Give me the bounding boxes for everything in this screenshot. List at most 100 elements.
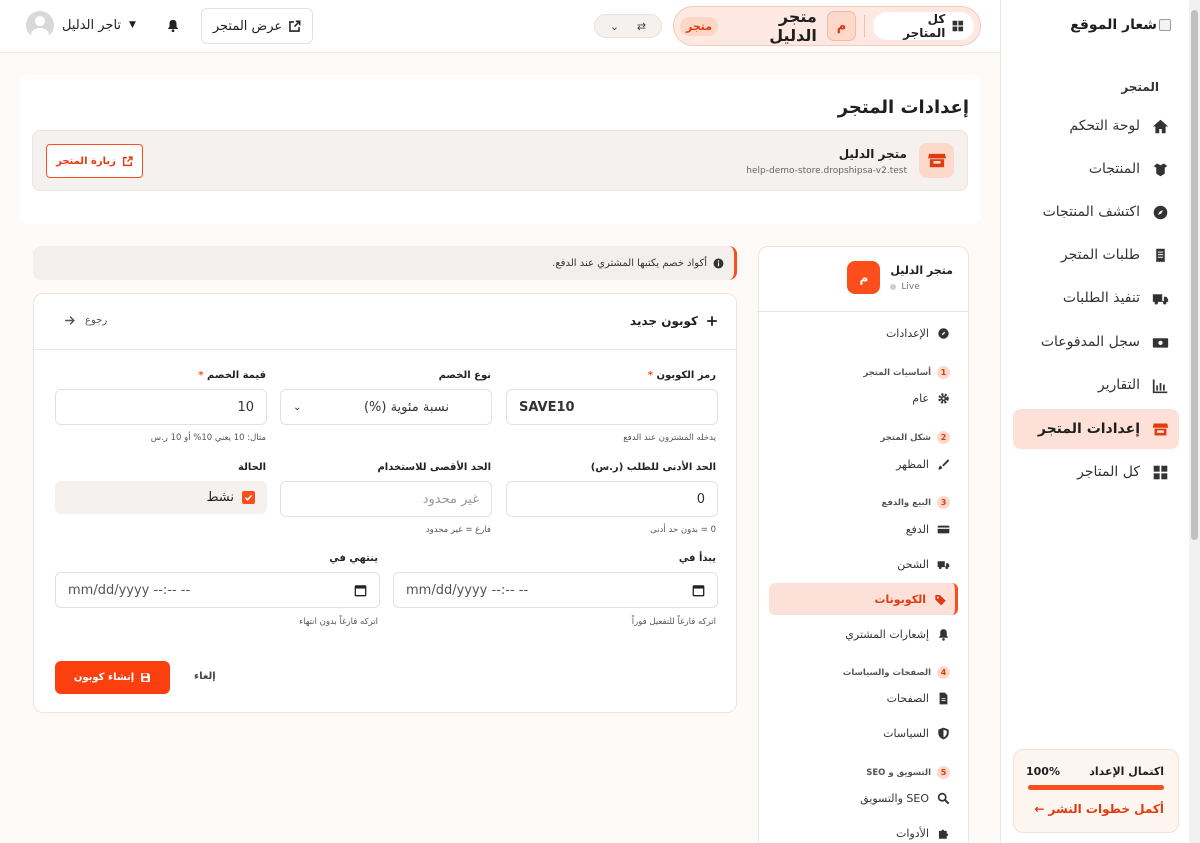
chevron-down-icon: ⌄ [609,19,620,33]
settings-item-pages[interactable]: الصفحات [769,682,958,714]
notifications-bell[interactable] [166,18,180,33]
back-label: رجوع [85,315,108,326]
active-checkbox[interactable] [242,491,255,504]
grid-icon [1153,465,1168,479]
truck-icon [1152,293,1169,304]
sidebar-item-discover[interactable]: اكتشف المنتجات [1013,192,1179,232]
discount-type-label: نوع الخصم [438,370,491,381]
settings-item-payment[interactable]: الدفع [769,513,958,545]
discount-value-label: قيمة الخصم * [198,370,266,381]
sidebar-item-orders[interactable]: طلبات المتجر [1013,235,1179,275]
create-coupon-button[interactable]: إنشاء كوبون [55,661,170,694]
compass-icon [938,327,949,339]
view-store-label: عرض المتجر [212,18,283,34]
start-date-hint: اتركه فارغاً للتفعيل فوراً [631,617,716,627]
sidebar-item-dashboard[interactable]: لوحة التحكم [1013,106,1179,146]
visit-store-button[interactable]: زيارة المتجر [46,144,143,178]
file-icon [939,692,948,704]
status-checkbox-row[interactable]: نشط [55,481,267,514]
form-title: كوبون جديد [630,314,718,328]
site-logo[interactable]: شعار الموقع [1070,17,1171,33]
store-switcher[interactable]: كل المتاجر م متجر الدليل متجر [673,6,981,46]
coupon-code-hint: يدخله المشترون عند الدفع [623,433,716,443]
settings-store-avatar: م [847,261,881,294]
sidebar-item-reports[interactable]: التقارير [1013,365,1179,405]
min-order-input[interactable]: 0 [506,481,718,517]
boxes-icon [1153,163,1168,176]
sidebar-item-products[interactable]: المنتجات [1013,149,1179,189]
sidebar-item-label: اكتشف المنتجات [1042,204,1140,220]
arrow-left-icon [65,316,75,325]
tags-icon [935,594,946,605]
user-menu[interactable]: ▼ تاجر الدليل [26,11,136,39]
discount-type-select[interactable]: نسبة مئوية (%) ⌄ [280,389,492,425]
end-date-hint: اتركه فارغاً بدون انتهاء [299,617,378,627]
chart-icon [1152,379,1168,393]
discount-value-input[interactable]: 10 [55,389,267,425]
settings-nav: متجر الدليل Live م الإعدادات 1 أساسيات ال… [757,246,969,843]
shield-icon [938,727,949,739]
setup-progress-bar [1028,785,1164,790]
complete-publish-steps-link[interactable]: أكمل خطوات النشر ← [1034,802,1164,816]
end-date-input[interactable]: mm/dd/yyyy --:-- -- [55,572,380,608]
main-sidebar: شعار الموقع المتجر لوحة التحكم المنتجات … [1000,0,1189,843]
scrollbar-thumb[interactable] [1191,10,1198,540]
sidebar-item-all-stores[interactable]: كل المتاجر [1013,452,1179,492]
view-store-button[interactable]: عرض المتجر [201,8,313,44]
store-switch-dropdown[interactable]: ⇄ ⌄ [594,14,662,38]
page-scrollbar[interactable] [1189,0,1200,843]
all-stores-button[interactable]: كل المتاجر [873,12,974,40]
settings-item-label: عام [912,391,929,405]
page-header-card: إعدادات المتجر متجر الدليل help-demo-sto… [19,75,981,224]
start-date-placeholder: mm/dd/yyyy --:-- -- [406,582,529,598]
coupon-code-input[interactable]: SAVE10 [506,389,718,425]
settings-item-general[interactable]: عام [769,382,958,414]
end-date-label: ينتهي في [329,553,378,564]
settings-item-seo[interactable]: SEO والتسويق [769,782,958,814]
credit-card-icon [937,525,950,533]
coupon-code-value: SAVE10 [519,399,575,415]
discount-type-value: نسبة مئوية (%) [363,399,449,415]
bell-icon [938,628,949,641]
divider [864,15,866,37]
money-icon [1152,337,1169,348]
settings-item-appearance[interactable]: المظهر [769,448,958,480]
sidebar-item-label: طلبات المتجر [1060,247,1140,263]
settings-item-policies[interactable]: السياسات [769,717,958,749]
min-order-hint: 0 = بدون حد أدنى [650,525,716,535]
settings-item-label: الأدوات [896,826,929,840]
info-icon [713,258,724,268]
settings-item-coupons[interactable]: الكوبونات [769,583,958,615]
visit-store-label: زيارة المتجر [56,155,116,167]
store-icon [1152,423,1169,435]
settings-item-tools[interactable]: الأدوات [769,817,958,843]
back-button[interactable]: رجوع [64,315,107,326]
settings-item-notifications[interactable]: إشعارات المشتري [769,618,958,650]
save-icon [141,673,151,682]
external-link-icon [289,20,301,32]
settings-item-shipping[interactable]: الشحن [769,548,958,580]
bell-icon [168,19,178,33]
grid-icon [952,20,964,32]
max-uses-input[interactable]: غير محدود [280,481,492,517]
status-label: الحالة [238,462,266,473]
calendar-icon [354,584,367,596]
current-store-name: متجر الدليل [769,7,817,45]
sidebar-item-payments[interactable]: سجل المدفوعات [1013,322,1179,362]
sidebar-item-store-settings[interactable]: إعدادات المتجر [1013,409,1179,449]
settings-group-5: 5 التسويق و SEO [866,766,950,779]
start-date-label: يبدأ في [678,553,716,564]
store-avatar: م [826,11,857,41]
cancel-button[interactable]: إلغاء [194,671,216,682]
settings-store-name: متجر الدليل [890,263,953,277]
sidebar-item-fulfillment[interactable]: تنفيذ الطلبات [1013,278,1179,318]
settings-item-overview[interactable]: الإعدادات [769,317,958,349]
calendar-icon [692,584,705,596]
gear-icon [938,392,949,404]
info-banner: أكواد خصم يكتبها المشتري عند الدفع. [33,246,737,280]
setup-progress-fill [1028,785,1164,790]
swap-icon: ⇄ [636,19,647,33]
broken-image-icon [1159,19,1171,31]
start-date-input[interactable]: mm/dd/yyyy --:-- -- [393,572,718,608]
max-uses-hint: فارغ = غير محدود [425,525,491,535]
